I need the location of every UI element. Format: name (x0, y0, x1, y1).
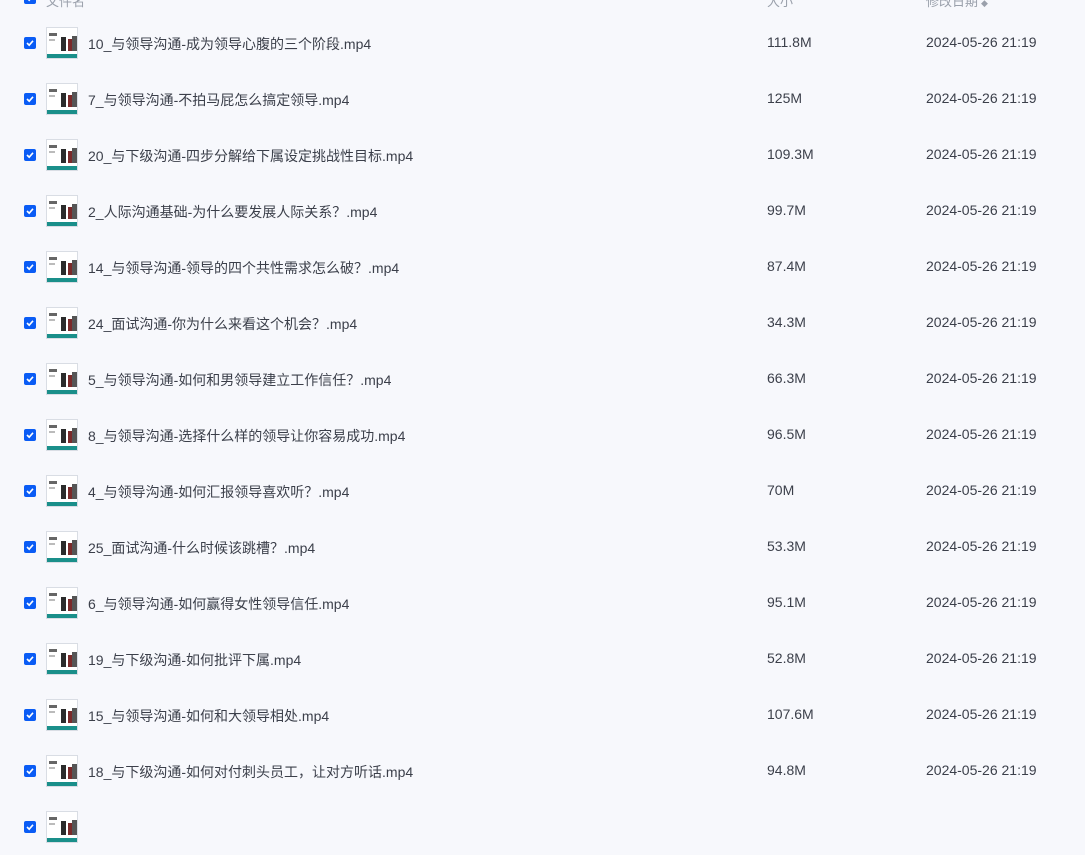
file-checkbox[interactable] (24, 821, 36, 833)
file-modified-date: 2024-05-26 21:19 (926, 90, 1037, 106)
file-name[interactable]: 15_与领导沟通-如何和大领导相处.mp4 (88, 706, 329, 726)
file-modified-date: 2024-05-26 21:19 (926, 34, 1037, 50)
file-size: 66.3M (767, 370, 806, 386)
file-size: 94.8M (767, 762, 806, 778)
file-row[interactable]: 2_人际沟通基础-为什么要发展人际关系？.mp4 99.7M 2024-05-2… (0, 183, 1085, 239)
file-checkbox[interactable] (24, 765, 36, 777)
select-all-checkbox[interactable] (24, 0, 36, 4)
file-list: 10_与领导沟通-成为领导心腹的三个阶段.mp4 111.8M 2024-05-… (0, 15, 1085, 855)
file-name[interactable]: 4_与领导沟通-如何汇报领导喜欢听？.mp4 (88, 482, 349, 502)
file-modified-date: 2024-05-26 21:19 (926, 594, 1037, 610)
file-row[interactable]: 19_与下级沟通-如何批评下属.mp4 52.8M 2024-05-26 21:… (0, 631, 1085, 687)
file-row[interactable]: 24_面试沟通-你为什么来看这个机会？.mp4 34.3M 2024-05-26… (0, 295, 1085, 351)
file-size: 70M (767, 482, 795, 498)
file-row[interactable]: 4_与领导沟通-如何汇报领导喜欢听？.mp4 70M 2024-05-26 21… (0, 463, 1085, 519)
sort-down-icon[interactable]: ◆ (981, 0, 988, 8)
file-modified-date: 2024-05-26 21:19 (926, 762, 1037, 778)
file-size: 109.3M (767, 146, 814, 162)
file-checkbox[interactable] (24, 429, 36, 441)
video-thumbnail[interactable] (46, 475, 78, 507)
file-row[interactable]: 18_与下级沟通-如何对付刺头员工，让对方听话.mp4 94.8M 2024-0… (0, 743, 1085, 799)
file-name[interactable]: 19_与下级沟通-如何批评下属.mp4 (88, 650, 301, 670)
video-thumbnail[interactable] (46, 587, 78, 619)
video-thumbnail[interactable] (46, 139, 78, 171)
file-modified-date: 2024-05-26 21:19 (926, 482, 1037, 498)
file-checkbox[interactable] (24, 37, 36, 49)
file-row[interactable]: 20_与下级沟通-四步分解给下属设定挑战性目标.mp4 109.3M 2024-… (0, 127, 1085, 183)
file-name[interactable]: 6_与领导沟通-如何赢得女性领导信任.mp4 (88, 594, 349, 614)
file-size: 53.3M (767, 538, 806, 554)
file-modified-date: 2024-05-26 21:19 (926, 370, 1037, 386)
file-name[interactable]: 14_与领导沟通-领导的四个共性需求怎么破？.mp4 (88, 258, 399, 278)
file-row[interactable]: 14_与领导沟通-领导的四个共性需求怎么破？.mp4 87.4M 2024-05… (0, 239, 1085, 295)
video-thumbnail[interactable] (46, 811, 78, 843)
file-modified-date: 2024-05-26 21:19 (926, 426, 1037, 442)
file-checkbox[interactable] (24, 597, 36, 609)
file-modified-date: 2024-05-26 21:19 (926, 258, 1037, 274)
file-checkbox[interactable] (24, 541, 36, 553)
video-thumbnail[interactable] (46, 363, 78, 395)
file-modified-date: 2024-05-26 21:19 (926, 314, 1037, 330)
file-modified-date: 2024-05-26 21:19 (926, 202, 1037, 218)
video-thumbnail[interactable] (46, 643, 78, 675)
file-size: 95.1M (767, 594, 806, 610)
file-size: 52.8M (767, 650, 806, 666)
video-thumbnail[interactable] (46, 251, 78, 283)
file-modified-date: 2024-05-26 21:19 (926, 650, 1037, 666)
file-size: 99.7M (767, 202, 806, 218)
column-header-date[interactable]: 修改日期 ◆ (926, 0, 988, 10)
video-thumbnail[interactable] (46, 419, 78, 451)
file-row[interactable]: 10_与领导沟通-成为领导心腹的三个阶段.mp4 111.8M 2024-05-… (0, 15, 1085, 71)
file-name[interactable]: 5_与领导沟通-如何和男领导建立工作信任？.mp4 (88, 370, 391, 390)
file-checkbox[interactable] (24, 653, 36, 665)
file-checkbox[interactable] (24, 149, 36, 161)
file-size: 87.4M (767, 258, 806, 274)
file-row[interactable]: 25_面试沟通-什么时候该跳槽？.mp4 53.3M 2024-05-26 21… (0, 519, 1085, 575)
file-name[interactable]: 8_与领导沟通-选择什么样的领导让你容易成功.mp4 (88, 426, 405, 446)
file-name[interactable]: 20_与下级沟通-四步分解给下属设定挑战性目标.mp4 (88, 146, 413, 166)
file-name[interactable]: 25_面试沟通-什么时候该跳槽？.mp4 (88, 538, 315, 558)
file-checkbox[interactable] (24, 485, 36, 497)
file-modified-date: 2024-05-26 21:19 (926, 538, 1037, 554)
file-name[interactable]: 18_与下级沟通-如何对付刺头员工，让对方听话.mp4 (88, 762, 413, 782)
file-name[interactable]: 24_面试沟通-你为什么来看这个机会？.mp4 (88, 314, 357, 334)
file-size: 96.5M (767, 426, 806, 442)
file-checkbox[interactable] (24, 317, 36, 329)
list-header: 文件名 大小 修改日期 ◆ (0, 0, 1085, 14)
file-checkbox[interactable] (24, 205, 36, 217)
file-modified-date: 2024-05-26 21:19 (926, 146, 1037, 162)
file-row[interactable]: 6_与领导沟通-如何赢得女性领导信任.mp4 95.1M 2024-05-26 … (0, 575, 1085, 631)
file-checkbox[interactable] (24, 261, 36, 273)
column-header-date-label: 修改日期 (926, 0, 979, 9)
video-thumbnail[interactable] (46, 307, 78, 339)
video-thumbnail[interactable] (46, 83, 78, 115)
file-checkbox[interactable] (24, 709, 36, 721)
column-header-name[interactable]: 文件名 (46, 0, 85, 10)
file-name[interactable]: 2_人际沟通基础-为什么要发展人际关系？.mp4 (88, 202, 377, 222)
video-thumbnail[interactable] (46, 27, 78, 59)
file-checkbox[interactable] (24, 373, 36, 385)
column-header-size[interactable]: 大小 (767, 0, 793, 10)
file-checkbox[interactable] (24, 93, 36, 105)
file-row[interactable]: 5_与领导沟通-如何和男领导建立工作信任？.mp4 66.3M 2024-05-… (0, 351, 1085, 407)
file-size: 125M (767, 90, 803, 106)
file-modified-date: 2024-05-26 21:19 (926, 706, 1037, 722)
video-thumbnail[interactable] (46, 699, 78, 731)
file-row[interactable] (0, 799, 1085, 855)
file-name[interactable]: 10_与领导沟通-成为领导心腹的三个阶段.mp4 (88, 34, 371, 54)
file-row[interactable]: 8_与领导沟通-选择什么样的领导让你容易成功.mp4 96.5M 2024-05… (0, 407, 1085, 463)
file-row[interactable]: 15_与领导沟通-如何和大领导相处.mp4 107.6M 2024-05-26 … (0, 687, 1085, 743)
video-thumbnail[interactable] (46, 195, 78, 227)
file-name[interactable]: 7_与领导沟通-不拍马屁怎么搞定领导.mp4 (88, 90, 349, 110)
file-row[interactable]: 7_与领导沟通-不拍马屁怎么搞定领导.mp4 125M 2024-05-26 2… (0, 71, 1085, 127)
file-size: 107.6M (767, 706, 814, 722)
video-thumbnail[interactable] (46, 755, 78, 787)
file-size: 34.3M (767, 314, 806, 330)
file-size: 111.8M (767, 34, 812, 50)
video-thumbnail[interactable] (46, 531, 78, 563)
